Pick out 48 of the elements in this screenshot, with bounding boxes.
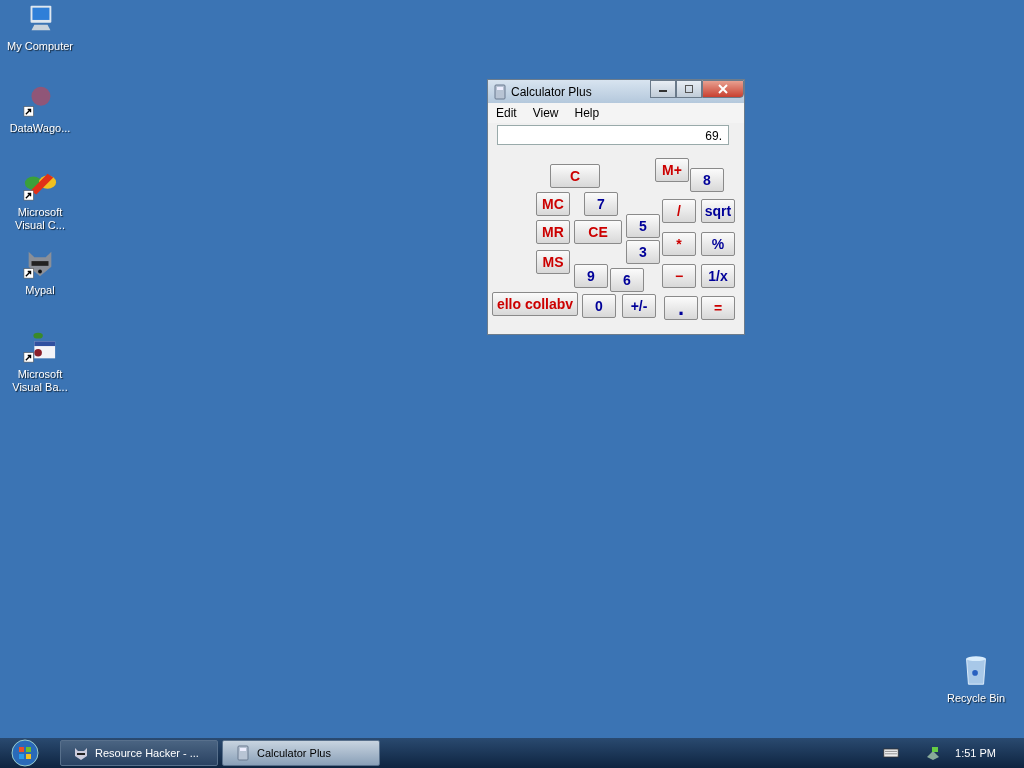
close-button[interactable] [702, 80, 744, 98]
calculator-button[interactable]: − [662, 264, 696, 288]
taskbar-button[interactable]: Resource Hacker - ... [60, 740, 218, 766]
calculator-button[interactable]: +/- [622, 294, 656, 318]
icon-label: Mypal [24, 284, 56, 297]
calculator-button[interactable]: 1/x [701, 264, 735, 288]
calculator-button[interactable]: ello collabv [492, 292, 578, 316]
maximize-button[interactable] [676, 80, 702, 98]
icon-label: Microsoft Visual Ba... [11, 368, 69, 394]
menu-item[interactable]: Edit [496, 106, 517, 120]
window-title: Calculator Plus [511, 84, 593, 99]
menu-item[interactable]: View [532, 106, 559, 120]
calculator-button[interactable]: sqrt [701, 199, 735, 223]
keyboard-icon[interactable] [883, 748, 900, 758]
display-field: 69. [497, 125, 729, 145]
close-icon [718, 84, 728, 94]
calculator-button[interactable]: 6 [610, 268, 644, 292]
maximize-icon [684, 84, 694, 94]
calculator-button[interactable]: 0 [582, 294, 616, 318]
icon-label: Recycle Bin [945, 692, 1007, 705]
calculator-button[interactable]: = [701, 296, 735, 320]
start-button[interactable] [10, 738, 40, 768]
calculator-button[interactable]: CE [574, 220, 622, 244]
calculator-button[interactable]: 3 [626, 240, 660, 264]
calculator-button[interactable]: MS [536, 250, 570, 274]
calculator-button[interactable]: 7 [584, 192, 618, 216]
icon-label: My Computer [6, 40, 74, 53]
calculator-button[interactable]: / [662, 199, 696, 223]
calculator-icon [235, 745, 251, 761]
raccoon-icon [73, 745, 89, 761]
calculator-button[interactable]: 5 [626, 214, 660, 238]
menu-item[interactable]: Help [574, 106, 600, 120]
calculator-button[interactable]: % [701, 232, 735, 256]
icon-label: Microsoft Visual C... [14, 206, 66, 232]
clock: 1:51 PM [955, 747, 996, 759]
calculator-button[interactable]: M+ [655, 158, 689, 182]
calculator-button[interactable]: . [664, 296, 698, 320]
network-icon[interactable] [925, 745, 942, 761]
calculator-button[interactable]: C [550, 164, 600, 188]
minimize-button[interactable] [650, 80, 676, 98]
calculator-button[interactable]: * [662, 232, 696, 256]
calculator-button[interactable]: 8 [690, 168, 724, 192]
taskbar-button[interactable]: Calculator Plus [222, 740, 380, 766]
calculator-button[interactable]: 9 [574, 264, 608, 288]
calculator-button[interactable]: MC [536, 192, 570, 216]
calculator-button[interactable]: MR [536, 220, 570, 244]
calculator-icon [494, 83, 506, 100]
icon-label: DataWago... [8, 122, 72, 135]
